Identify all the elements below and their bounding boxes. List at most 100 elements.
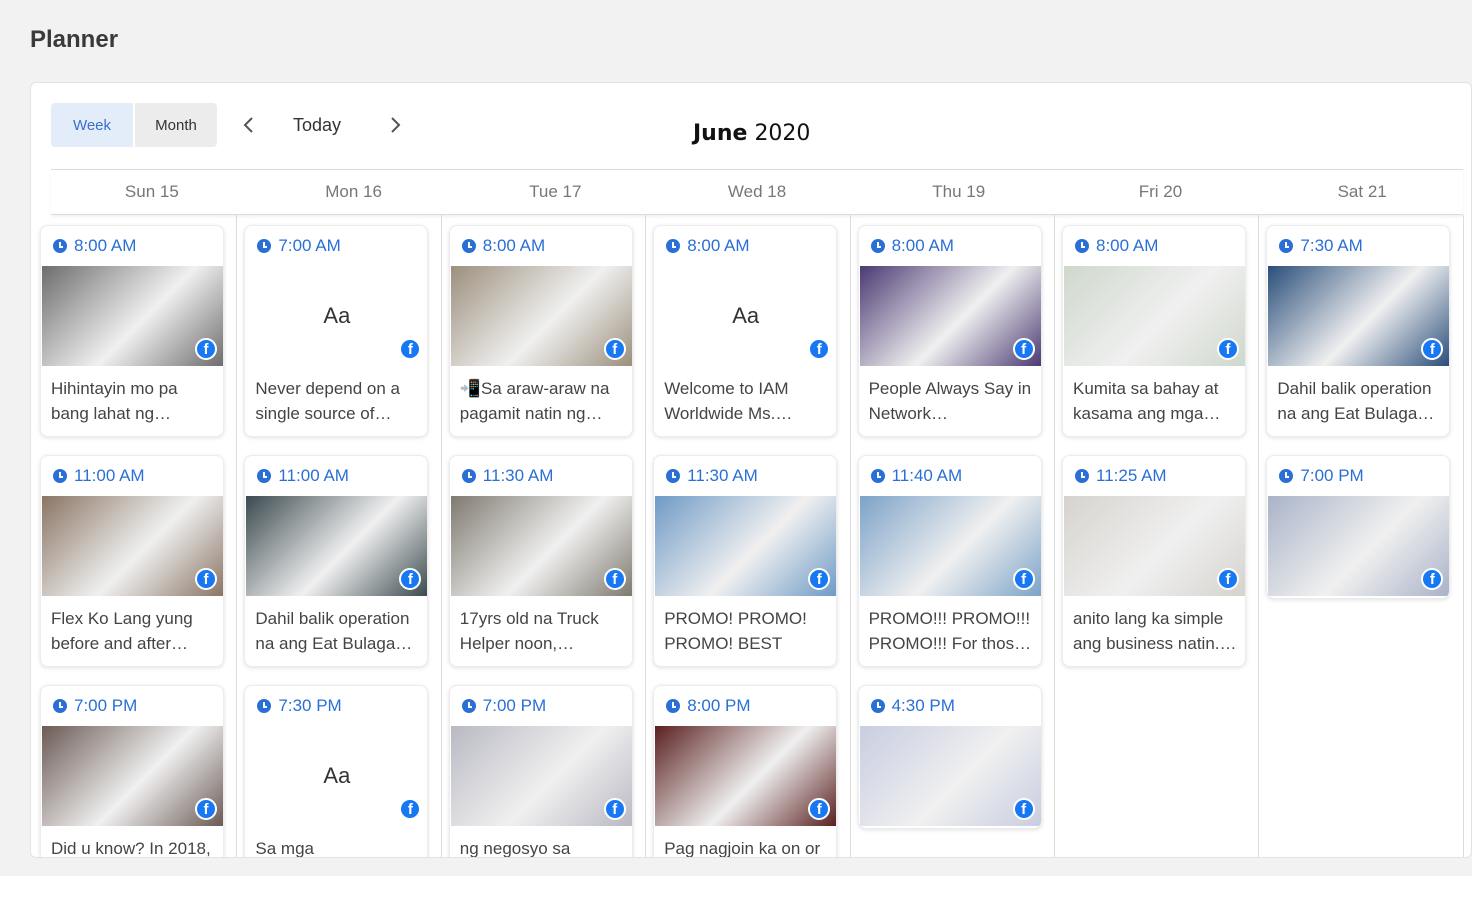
post-caption: anito lang ka simple ang business natin.…: [1073, 609, 1237, 653]
post-time: 7:00 PM: [53, 696, 137, 716]
post-time-label: 8:00 PM: [687, 696, 751, 715]
week-view-button[interactable]: Week: [51, 103, 133, 147]
post-time-label: 7:00 AM: [278, 236, 341, 255]
post-card[interactable]: 11:00 AM f Dahil balik operation na ang Ea…: [244, 455, 429, 667]
post-time-label: 11:40 AM: [891, 466, 963, 485]
clock-icon: [1075, 239, 1089, 253]
post-time-label: 7:00 PM: [1300, 466, 1364, 485]
month-view-button[interactable]: Month: [135, 103, 217, 147]
month-name: June: [693, 121, 748, 146]
facebook-icon: f: [1421, 568, 1444, 590]
post-card[interactable]: 11:30 AM f 17yrs old na Truck Helper noon,…: [448, 455, 633, 667]
post-image: f: [859, 496, 1041, 596]
post-card[interactable]: 11:40 AM f PROMO!!! PROMO!!! PROMO!!! For …: [857, 455, 1042, 667]
clock-icon: [870, 239, 885, 253]
post-card[interactable]: 8:00 AM f Hihintayin mo pa bang lahat ng…: [40, 225, 224, 437]
post-image: f: [1064, 496, 1245, 596]
clock-icon: [666, 699, 681, 713]
clock-icon: [461, 469, 476, 483]
post-time: 8:00 AM: [461, 236, 545, 256]
post-card[interactable]: 7:30 AM f Dahil balik operation na ang Eat…: [1266, 225, 1451, 437]
clock-icon: [53, 699, 67, 713]
facebook-icon: f: [603, 568, 626, 590]
text-placeholder: Aa: [323, 303, 351, 328]
clock-icon: [666, 239, 681, 253]
view-toggle: Week Month: [51, 103, 217, 147]
column-divider: [440, 215, 442, 857]
post-caption: Pag nagjoin ka on or: [664, 839, 821, 858]
post-caption: Welcome to IAM Worldwide Ms.…: [664, 379, 793, 423]
day-header-0: Sun 15: [124, 182, 179, 201]
post-image: f: [1268, 496, 1450, 596]
post-image: f: [42, 496, 223, 596]
post-card[interactable]: 8:00 PM f Pag nagjoin ka on or: [653, 685, 838, 858]
facebook-icon: f: [399, 798, 422, 820]
post-time: 7:00 PM: [461, 696, 546, 716]
post-time: 7:00 PM: [1279, 466, 1364, 486]
facebook-icon: f: [195, 798, 217, 820]
column-divider: [1258, 215, 1260, 857]
facebook-icon: f: [808, 338, 831, 360]
today-button[interactable]: Today: [293, 115, 341, 136]
post-image: f: [655, 726, 837, 826]
day-header-2: Tue 17: [529, 182, 582, 201]
facebook-icon: f: [195, 568, 217, 590]
facebook-icon: f: [399, 338, 422, 360]
post-card[interactable]: 7:00 PM f Did u know? In 2018,: [40, 685, 224, 857]
clock-icon: [461, 239, 476, 253]
chevron-right-icon[interactable]: [383, 113, 407, 137]
post-image: f: [1268, 266, 1450, 366]
post-card[interactable]: 7:00 AM Aa f Never depend on a single sourc…: [244, 225, 429, 437]
post-image: f: [859, 726, 1041, 826]
post-time-label: 4:30 PM: [891, 696, 955, 715]
post-time-label: 8:00 AM: [74, 236, 137, 255]
post-time-label: 11:00 AM: [278, 466, 349, 485]
chevron-left-icon[interactable]: [237, 113, 261, 137]
post-card[interactable]: 4:30 PM f: [857, 685, 1042, 829]
post-card[interactable]: 11:25 AM f anito lang ka simple ang busine…: [1062, 455, 1246, 667]
post-time-label: 7:00 PM: [74, 696, 138, 715]
facebook-icon: f: [1012, 568, 1035, 590]
post-card[interactable]: 7:00 PM f: [1266, 455, 1451, 599]
post-caption: PROMO!!! PROMO!!! PROMO!!! For thos…: [868, 609, 1032, 653]
calendar-panel: Week Month Today June 2020 Sun 15 Mon 16 T…: [30, 82, 1472, 858]
post-card[interactable]: 7:30 PM Aa f Sa mga EMPLOYEES: [244, 685, 429, 858]
post-image: f: [42, 726, 223, 826]
clock-icon: [257, 239, 272, 253]
column-divider: [645, 215, 647, 857]
post-card[interactable]: 7:00 PM f ng negosyo sa: [448, 685, 633, 857]
post-caption: Hihintayin mo pa bang lahat ng…: [51, 379, 178, 423]
post-image: f: [859, 266, 1041, 366]
post-image: f: [246, 496, 428, 596]
post-caption: Kumita sa bahay at kasama ang mga…: [1073, 379, 1221, 423]
facebook-icon: f: [808, 568, 831, 590]
post-card[interactable]: 11:00 AM f Flex Ko Lang yung before and af…: [40, 455, 224, 667]
clock-icon: [257, 469, 272, 483]
facebook-icon: f: [808, 798, 831, 820]
text-post-preview: Aa f: [246, 266, 428, 366]
post-card[interactable]: 8:00 AM f Kumita sa bahay at kasama ang mg…: [1062, 225, 1246, 437]
clock-icon: [1279, 469, 1294, 483]
post-time: 11:25 AM: [1075, 466, 1167, 486]
year: 2020: [754, 121, 811, 146]
clock-icon: [53, 469, 67, 483]
post-caption: Sa mga EMPLOYEES: [255, 839, 314, 858]
post-image: f: [450, 496, 632, 596]
post-card[interactable]: 8:00 AM f 📲Sa araw-araw na pagamit natin n…: [448, 225, 633, 437]
post-time-label: 8:00 AM: [687, 236, 750, 255]
facebook-icon: f: [1217, 338, 1239, 360]
column-divider: [1054, 215, 1055, 857]
post-time-label: 11:25 AM: [1096, 466, 1167, 485]
day-header-row: Sun 15 Mon 16 Tue 17 Wed 18 Thu 19 Fri 20 Sat …: [51, 169, 1463, 215]
post-card[interactable]: 11:30 AM fPROMO! PROMO! PROMO! BEST TIM…: [653, 455, 838, 667]
post-card[interactable]: 8:00 AM Aa f Welcome to IAM Worldwide Ms.…: [653, 225, 838, 437]
post-time: 11:30 AM: [461, 466, 553, 486]
post-caption: 17yrs old na Truck Helper noon,…: [459, 609, 599, 653]
post-time: 11:00 AM: [257, 466, 349, 486]
post-card[interactable]: 8:00 AM f People Always Say in Network…: [857, 225, 1042, 437]
post-image: f: [42, 266, 223, 366]
day-header-1: Mon 16: [325, 182, 382, 201]
column-divider: [849, 215, 851, 857]
post-time-label: 7:30 PM: [278, 696, 342, 715]
clock-icon: [870, 699, 885, 713]
